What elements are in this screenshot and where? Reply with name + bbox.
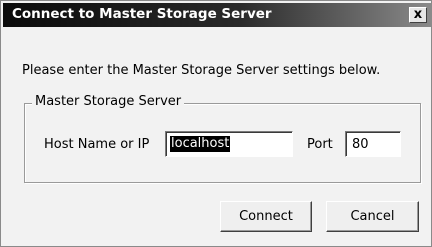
- host-label: Host Name or IP: [44, 137, 150, 152]
- instruction-text: Please enter the Master Storage Server s…: [22, 63, 381, 78]
- port-input-value: 80: [352, 137, 369, 152]
- connect-button[interactable]: Connect: [220, 201, 312, 232]
- group-legend: Master Storage Server: [32, 94, 185, 109]
- title-bar[interactable]: Connect to Master Storage Server x: [3, 3, 431, 27]
- host-input-value: localhost: [170, 136, 231, 152]
- connect-dialog: Connect to Master Storage Server x Pleas…: [0, 0, 432, 247]
- close-button[interactable]: x: [409, 7, 427, 23]
- cancel-button[interactable]: Cancel: [326, 201, 419, 232]
- close-icon: x: [413, 7, 423, 22]
- host-input[interactable]: localhost: [165, 131, 293, 157]
- window-title: Connect to Master Storage Server: [12, 6, 272, 22]
- port-input[interactable]: 80: [345, 131, 401, 157]
- port-label: Port: [307, 137, 333, 152]
